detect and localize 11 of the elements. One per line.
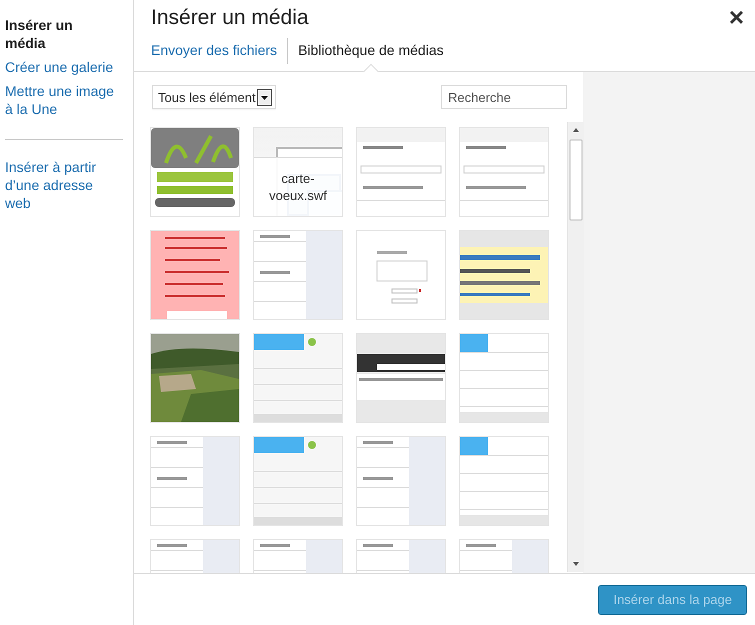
sidebar-item[interactable]: Insérer un média bbox=[5, 14, 115, 56]
sidebar-item[interactable]: Insérer à partir d’une adresse web bbox=[5, 156, 115, 216]
tab[interactable]: Bibliothèque de médias bbox=[287, 38, 454, 64]
scrollbar[interactable] bbox=[567, 122, 584, 572]
filter-dropdown[interactable]: Tous les élément bbox=[152, 85, 276, 109]
tab[interactable]: Envoyer des fichiers bbox=[151, 38, 288, 64]
search-field[interactable]: Recherche bbox=[441, 85, 567, 109]
sidebar-item[interactable]: Mettre une image à la Une bbox=[5, 80, 115, 122]
sidebar-item[interactable]: Créer une galerie bbox=[5, 56, 115, 80]
close-button[interactable]: × bbox=[724, 4, 748, 30]
modal-title: Insérer un média bbox=[151, 6, 309, 30]
